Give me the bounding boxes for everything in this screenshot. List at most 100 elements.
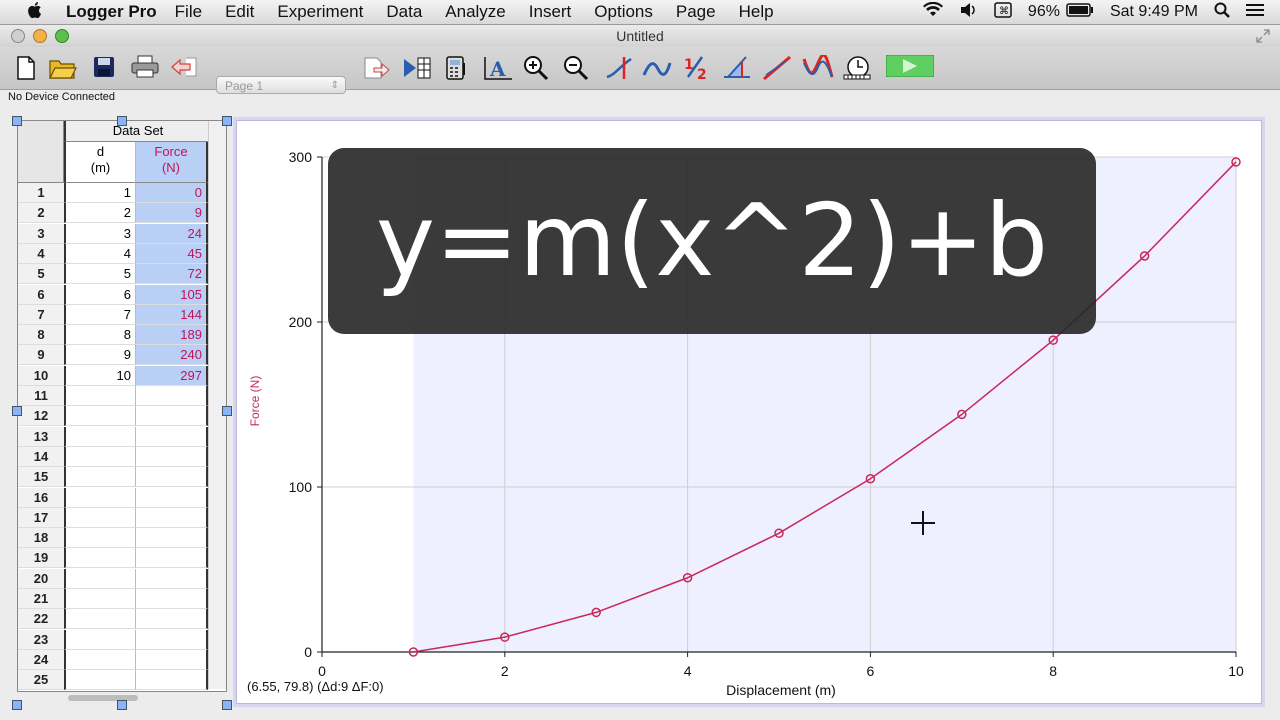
area-integral-icon[interactable] — [722, 55, 750, 83]
row-number[interactable]: 7 — [18, 304, 64, 325]
row-number[interactable]: 19 — [18, 548, 64, 569]
row-number[interactable]: 24 — [18, 649, 64, 670]
dataset-header[interactable]: Data Set — [64, 121, 211, 142]
timer-icon[interactable] — [842, 55, 871, 83]
cell-force[interactable]: 144 — [136, 304, 208, 325]
cell-d[interactable]: 6 — [64, 284, 136, 305]
cell-d[interactable] — [64, 589, 136, 609]
input-menu-icon[interactable]: ⌘ — [994, 1, 1012, 23]
cell-force[interactable] — [136, 670, 208, 691]
cell-force[interactable] — [136, 609, 208, 630]
row-number[interactable]: 22 — [18, 609, 64, 630]
row-number[interactable]: 10 — [18, 365, 64, 386]
cell-d[interactable]: 2 — [64, 203, 136, 224]
cell-force[interactable]: 45 — [136, 243, 208, 264]
cell-d[interactable]: 8 — [64, 325, 136, 346]
cell-d[interactable]: 9 — [64, 345, 136, 366]
cell-force[interactable] — [136, 467, 208, 488]
cell-force[interactable]: 24 — [136, 223, 208, 244]
apple-menu-icon[interactable] — [18, 1, 54, 24]
menu-edit[interactable]: Edit — [225, 2, 254, 22]
menu-help[interactable]: Help — [739, 2, 774, 22]
battery-percent[interactable]: 96% — [1028, 3, 1060, 21]
menu-data[interactable]: Data — [386, 2, 422, 22]
cell-force[interactable]: 189 — [136, 325, 208, 346]
open-folder-icon[interactable] — [48, 55, 77, 83]
column-header-d[interactable]: d (m) — [64, 142, 136, 183]
table-vertical-scrollbar[interactable] — [208, 121, 226, 689]
cell-d[interactable] — [64, 446, 136, 467]
cell-d[interactable] — [64, 649, 136, 670]
zoom-in-icon[interactable] — [522, 55, 550, 83]
volume-icon[interactable] — [960, 2, 978, 23]
cell-force[interactable] — [136, 386, 208, 406]
row-number[interactable]: 21 — [18, 589, 64, 609]
resize-handle[interactable] — [12, 406, 22, 416]
cell-force[interactable]: 72 — [136, 264, 208, 285]
row-number[interactable]: 13 — [18, 426, 64, 447]
cell-force[interactable] — [136, 406, 208, 427]
cell-force[interactable]: 9 — [136, 203, 208, 224]
curve-fit-icon[interactable] — [802, 53, 834, 83]
row-number[interactable]: 20 — [18, 568, 64, 589]
cell-force[interactable] — [136, 548, 208, 569]
cell-d[interactable] — [64, 467, 136, 488]
row-number[interactable]: 16 — [18, 487, 64, 508]
row-number[interactable]: 17 — [18, 507, 64, 528]
cell-force[interactable]: 0 — [136, 183, 208, 203]
data-table[interactable]: Data Set d (m) Force (N) 1 1 0 2 2 9 3 3 24 4 4 45 5… — [17, 120, 227, 701]
table-horizontal-scrollbar[interactable] — [68, 695, 138, 701]
import-arrow-icon[interactable] — [170, 55, 198, 83]
cell-d[interactable] — [64, 487, 136, 508]
row-number[interactable]: 2 — [18, 203, 64, 224]
wifi-icon[interactable] — [922, 1, 944, 23]
cell-d[interactable]: 5 — [64, 264, 136, 285]
cell-d[interactable]: 3 — [64, 223, 136, 244]
cell-d[interactable] — [64, 426, 136, 447]
cell-d[interactable] — [64, 528, 136, 549]
cell-d[interactable] — [64, 609, 136, 630]
row-number[interactable]: 5 — [18, 264, 64, 285]
cell-d[interactable] — [64, 386, 136, 406]
menu-clock[interactable]: Sat 9:49 PM — [1110, 3, 1198, 21]
notification-center-icon[interactable] — [1246, 3, 1264, 22]
row-number[interactable]: 14 — [18, 446, 64, 467]
fullscreen-icon[interactable] — [1256, 29, 1270, 48]
collect-play-button[interactable] — [885, 54, 935, 83]
app-name-menu[interactable]: Logger Pro — [66, 2, 157, 22]
menu-insert[interactable]: Insert — [529, 2, 572, 22]
cell-force[interactable] — [136, 528, 208, 549]
battery-icon[interactable] — [1066, 2, 1094, 22]
save-disk-icon[interactable] — [90, 55, 118, 83]
row-number[interactable]: 25 — [18, 670, 64, 691]
cell-force[interactable]: 105 — [136, 284, 208, 305]
cell-d[interactable] — [64, 548, 136, 569]
next-page-icon[interactable] — [362, 55, 390, 83]
resize-handle[interactable] — [12, 116, 22, 126]
integral-icon[interactable]: 12 — [682, 55, 710, 83]
page-selector[interactable]: Page 1 ⇕ — [216, 76, 346, 94]
menu-page[interactable]: Page — [676, 2, 716, 22]
cell-d[interactable]: 7 — [64, 304, 136, 325]
data-collection-icon[interactable] — [402, 55, 431, 83]
menu-file[interactable]: File — [175, 2, 202, 22]
row-number[interactable]: 3 — [18, 223, 64, 244]
resize-handle[interactable] — [222, 700, 232, 710]
row-number[interactable]: 8 — [18, 325, 64, 346]
cell-d[interactable]: 10 — [64, 365, 136, 386]
cell-d[interactable] — [64, 568, 136, 589]
cell-d[interactable]: 1 — [64, 183, 136, 203]
cell-force[interactable] — [136, 446, 208, 467]
resize-handle[interactable] — [222, 406, 232, 416]
cell-force[interactable] — [136, 649, 208, 670]
menu-experiment[interactable]: Experiment — [277, 2, 363, 22]
examine-icon[interactable] — [604, 55, 632, 83]
new-file-icon[interactable] — [12, 55, 40, 83]
autoscale-icon[interactable]: A — [482, 55, 512, 83]
row-number[interactable]: 15 — [18, 467, 64, 488]
resize-handle[interactable] — [117, 116, 127, 126]
cell-force[interactable] — [136, 507, 208, 528]
menu-analyze[interactable]: Analyze — [445, 2, 505, 22]
cell-force[interactable] — [136, 589, 208, 609]
cell-force[interactable] — [136, 426, 208, 447]
